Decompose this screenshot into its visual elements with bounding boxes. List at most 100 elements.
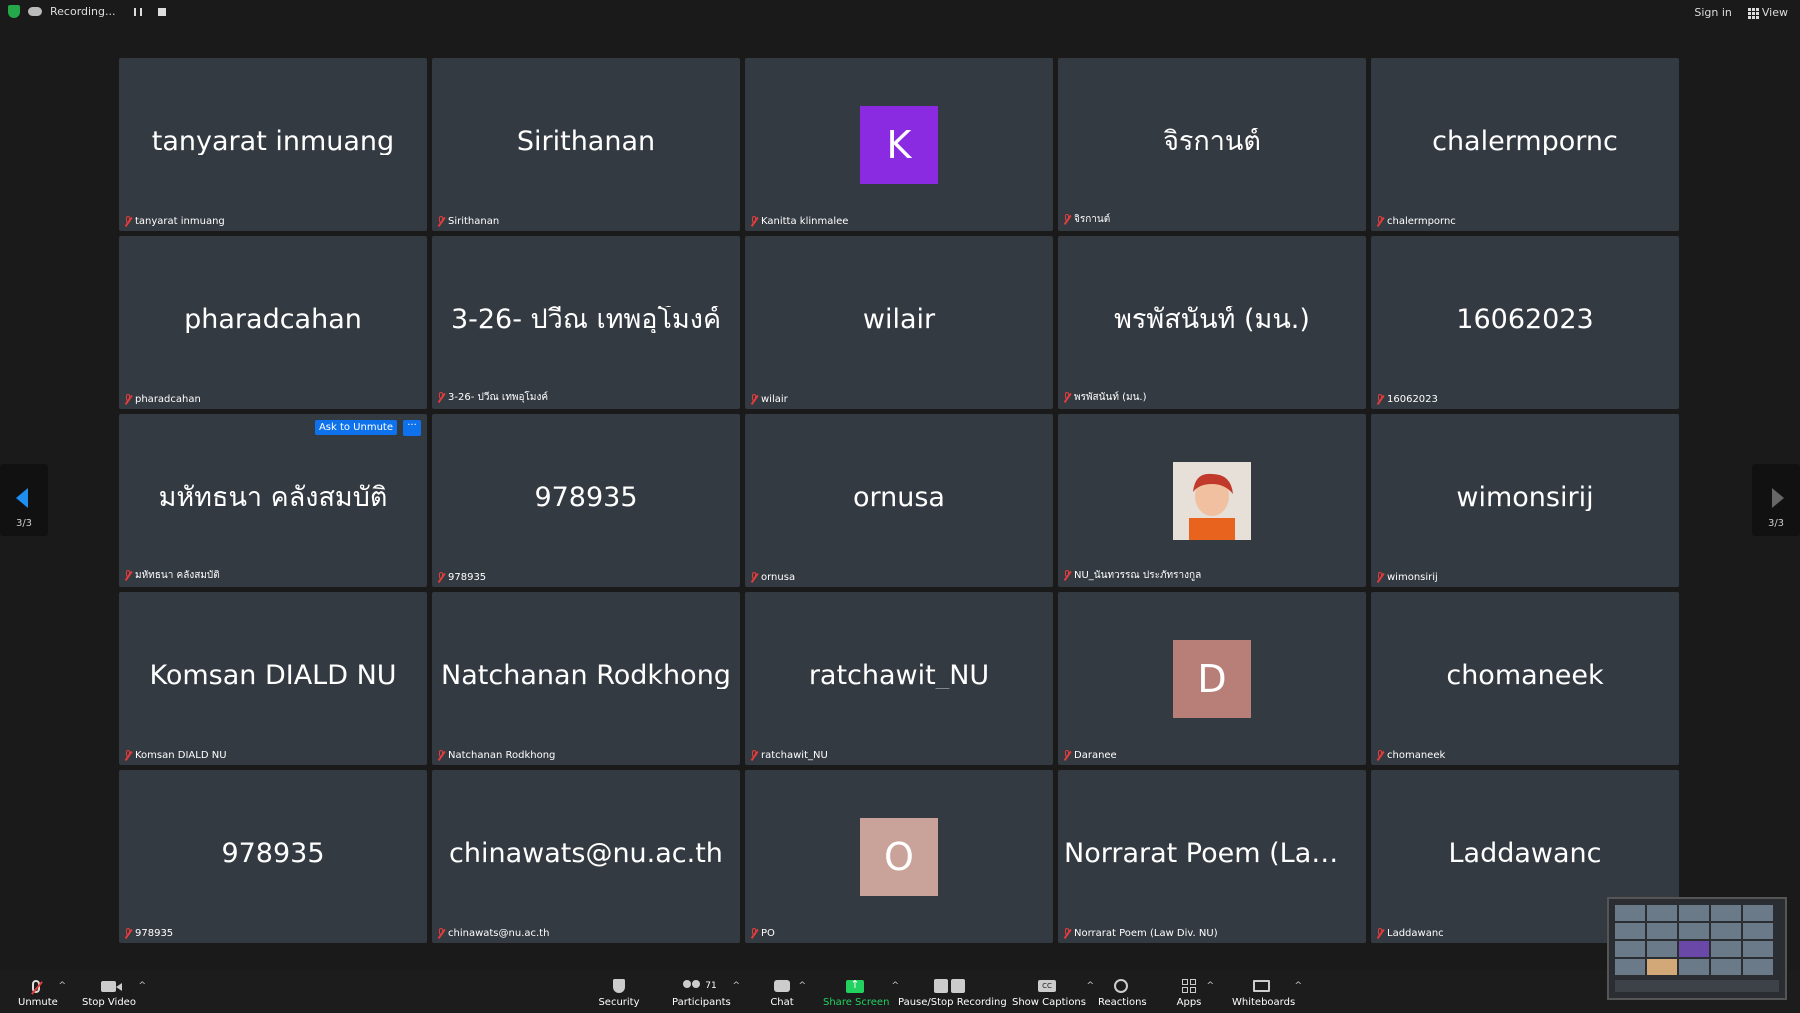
recording-label: Recording... — [50, 5, 116, 18]
participant-display-name: มหัทธนา คลังสมบัติ — [158, 484, 388, 511]
muted-mic-icon — [749, 928, 758, 939]
caret-up-icon[interactable]: ^ — [1294, 981, 1302, 991]
muted-mic-icon — [749, 216, 758, 227]
ask-to-unmute-button[interactable]: Ask to Unmute — [314, 420, 397, 435]
meeting-toolbar: ^ Unmute ^ Stop Video Security 71 ^ Parti… — [0, 970, 1800, 1013]
participant-avatar: O — [860, 818, 938, 896]
pause-stop-recording-button[interactable]: Pause/Stop Recording — [898, 977, 1007, 1008]
caret-up-icon[interactable]: ^ — [138, 981, 146, 991]
participant-nameplate: Norrarat Poem (Law Div. NU) — [1062, 928, 1218, 939]
participant-display-name: ornusa — [853, 484, 945, 511]
participant-tile[interactable]: ratchawit_NU ratchawit_NU — [745, 592, 1053, 765]
participant-display-name: chomaneek — [1446, 662, 1604, 689]
participant-tile[interactable]: 978935 978935 — [119, 770, 427, 943]
stop-video-label: Stop Video — [82, 997, 136, 1008]
participant-nameplate: จิรกานต์ — [1062, 212, 1110, 227]
participant-nameplate: ornusa — [749, 572, 795, 583]
sign-in-link[interactable]: Sign in — [1694, 6, 1732, 19]
muted-mic-icon — [749, 750, 758, 761]
participant-nameplate: NU_นันทวรรณ ประภัทรางกูล — [1062, 568, 1201, 583]
participant-tile[interactable]: มหัทธนา คลังสมบัติ Ask to Unmute ··· มหัทธน… — [119, 414, 427, 587]
chat-button[interactable]: ^ Chat — [770, 977, 806, 1008]
stop-recording-icon[interactable] — [157, 7, 166, 16]
muted-mic-icon — [1375, 394, 1384, 405]
participant-name: Komsan DIALD NU — [135, 750, 227, 761]
participant-avatar: D — [1173, 640, 1251, 718]
participant-tile[interactable]: D Daranee — [1058, 592, 1366, 765]
participant-tile[interactable]: NU_นันทวรรณ ประภัทรางกูล — [1058, 414, 1366, 587]
participants-button[interactable]: 71 ^ Participants — [672, 977, 740, 1008]
security-button[interactable]: Security — [598, 977, 640, 1008]
participant-tile[interactable]: pharadcahan pharadcahan — [119, 236, 427, 409]
show-captions-label: Show Captions — [1012, 997, 1086, 1008]
caret-up-icon[interactable]: ^ — [1206, 981, 1214, 991]
participant-tile[interactable]: wilair wilair — [745, 236, 1053, 409]
participant-tile[interactable]: K Kanitta klinmalee — [745, 58, 1053, 231]
unmute-button[interactable]: ^ Unmute — [18, 977, 66, 1008]
participant-nameplate: 978935 — [123, 928, 173, 939]
reactions-button[interactable]: Reactions — [1098, 977, 1147, 1008]
grid-view-icon — [1747, 7, 1759, 19]
stop-video-button[interactable]: ^ Stop Video — [82, 977, 146, 1008]
top-bar: Recording... Sign in View — [0, 0, 1800, 28]
participant-name: pharadcahan — [135, 394, 201, 405]
muted-mic-icon — [1062, 570, 1071, 581]
participant-nameplate: chalermpornc — [1375, 216, 1456, 227]
caret-up-icon[interactable]: ^ — [798, 981, 806, 991]
participant-name: Daranee — [1074, 750, 1117, 761]
participant-display-name: Laddawanc — [1448, 840, 1602, 867]
muted-mic-icon — [123, 216, 132, 227]
participants-label: Participants — [672, 997, 731, 1008]
participant-display-name: 16062023 — [1456, 306, 1594, 333]
participant-tile[interactable]: chomaneek chomaneek — [1371, 592, 1679, 765]
caret-up-icon[interactable]: ^ — [58, 981, 66, 991]
participant-nameplate: PO — [749, 928, 775, 939]
arrow-left-icon — [16, 488, 28, 508]
participant-tile[interactable]: Komsan DIALD NU Komsan DIALD NU — [119, 592, 427, 765]
participant-tile[interactable]: chinawats@nu.ac.th chinawats@nu.ac.th — [432, 770, 740, 943]
security-shield-icon — [8, 5, 20, 18]
participant-display-name: Komsan DIALD NU — [149, 662, 397, 689]
participant-tile[interactable]: O PO — [745, 770, 1053, 943]
participant-tile[interactable]: Norrarat Poem (Law D... Norrarat Poem (La… — [1058, 770, 1366, 943]
muted-mic-icon — [436, 928, 445, 939]
participant-nameplate: pharadcahan — [123, 394, 201, 405]
page-indicator: 3/3 — [1767, 518, 1785, 529]
participant-nameplate: tanyarat inmuang — [123, 216, 225, 227]
participant-display-name: Sirithanan — [516, 128, 656, 155]
next-page-button[interactable]: 3/3 — [1752, 464, 1800, 536]
gallery-thumbnail[interactable] — [1607, 897, 1787, 1000]
muted-mic-icon — [1062, 750, 1071, 761]
participant-tile[interactable]: Natchanan Rodkhong Natchanan Rodkhong — [432, 592, 740, 765]
participant-name: ratchawit_NU — [761, 750, 828, 761]
participant-photo — [1173, 462, 1251, 540]
participant-tile[interactable]: chalermpornc chalermpornc — [1371, 58, 1679, 231]
apps-button[interactable]: ^ Apps — [1176, 977, 1214, 1008]
participant-tile[interactable]: 16062023 16062023 — [1371, 236, 1679, 409]
share-screen-button[interactable]: ^ Share Screen — [823, 977, 899, 1009]
participant-tile[interactable]: พรพัสนันท์ (มน.) พรพัสนันท์ (มน.) — [1058, 236, 1366, 409]
participant-tile[interactable]: Sirithanan Sirithanan — [432, 58, 740, 231]
previous-page-button[interactable]: 3/3 — [0, 464, 48, 536]
participant-nameplate: Sirithanan — [436, 216, 499, 227]
participant-tile[interactable]: wimonsirij wimonsirij — [1371, 414, 1679, 587]
participant-nameplate: 3-26- ปวีณ เทพอุโมงค์ — [436, 390, 548, 405]
caret-up-icon[interactable]: ^ — [732, 981, 740, 991]
participant-tile[interactable]: ornusa ornusa — [745, 414, 1053, 587]
participant-name: 978935 — [448, 572, 487, 583]
show-captions-button[interactable]: CC ^ Show Captions — [1012, 977, 1094, 1008]
participant-tile[interactable]: 978935 978935 — [432, 414, 740, 587]
participant-tile[interactable]: จิรกานต์ จิรกานต์ — [1058, 58, 1366, 231]
pause-recording-icon[interactable] — [133, 7, 142, 16]
muted-mic-icon — [749, 572, 758, 583]
muted-mic-icon — [1375, 572, 1384, 583]
participant-name: จิรกานต์ — [1074, 214, 1111, 225]
caret-up-icon[interactable]: ^ — [1086, 981, 1094, 991]
participant-nameplate: Komsan DIALD NU — [123, 750, 227, 761]
participant-tile[interactable]: 3-26- ปวีณ เทพอุโมงค์ 3-26- ปวีณ เทพอุโมง… — [432, 236, 740, 409]
more-options-button[interactable]: ··· — [403, 420, 421, 436]
participant-tile[interactable]: tanyarat inmuang tanyarat inmuang — [119, 58, 427, 231]
whiteboards-button[interactable]: ^ Whiteboards — [1232, 977, 1302, 1008]
participant-display-name: chinawats@nu.ac.th — [449, 840, 723, 867]
view-button[interactable]: View — [1747, 6, 1788, 19]
